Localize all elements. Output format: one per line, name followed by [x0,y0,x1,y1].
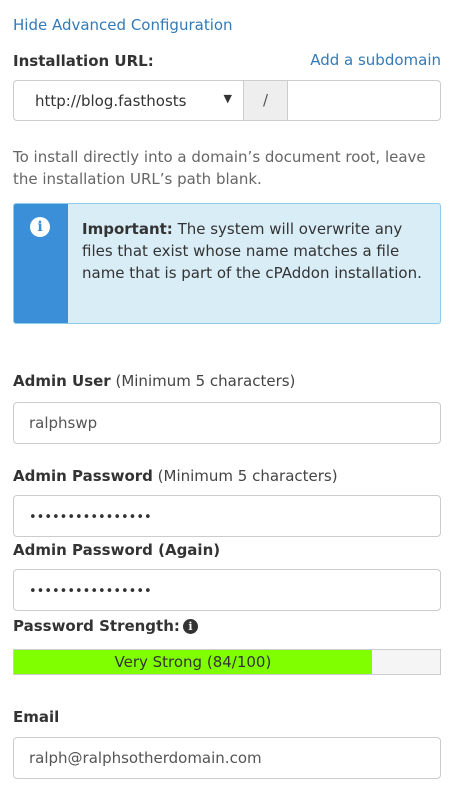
password-strength-meter: Very Strong (84/100) [13,649,441,675]
installation-url-group: http://blog.fasthosts ▼ / [13,80,441,123]
domain-select-value: http://blog.fasthosts [35,92,187,110]
callout-accent-bar: i [14,204,68,323]
url-path-separator: / [243,80,288,121]
admin-password-label-text: Admin Password [13,467,153,485]
password-strength-text: Very Strong (84/100) [114,653,272,671]
installation-url-help-text: To install directly into a domain’s docu… [13,148,426,188]
info-circle-icon[interactable]: i [182,619,198,634]
callout-message: Important: The system will overwrite any… [82,218,422,284]
admin-user-input[interactable]: ralphswp [13,402,441,444]
password-strength-label-text: Password Strength: [13,617,180,635]
admin-password-hint: (Minimum 5 characters) [152,467,338,485]
admin-password-again-input[interactable]: •••••••••••••••• [13,569,441,611]
password-strength-label: Password Strength: i [13,617,198,635]
admin-user-label-text: Admin User [13,372,111,390]
info-icon: i [30,217,50,237]
installation-url-label: Installation URL: [13,52,154,70]
email-input[interactable]: ralph@ralphsotherdomain.com [13,737,441,779]
caret-down-icon: ▼ [223,92,232,105]
url-path-input[interactable] [287,80,441,121]
admin-user-hint: (Minimum 5 characters) [110,372,296,390]
admin-password-input[interactable]: •••••••••••••••• [13,495,441,537]
callout-title: Important: [82,220,173,238]
admin-user-label: Admin User (Minimum 5 characters) [13,372,295,390]
hide-advanced-configuration-link[interactable]: Hide Advanced Configuration [13,16,233,34]
admin-password-masked-value: •••••••••••••••• [29,510,152,525]
admin-password-again-label: Admin Password (Again) [13,541,221,559]
important-callout: i Important: The system will overwrite a… [13,203,441,324]
admin-password-label: Admin Password (Minimum 5 characters) [13,467,338,485]
domain-select[interactable]: http://blog.fasthosts ▼ [13,80,244,121]
email-label: Email [13,708,60,726]
add-subdomain-link[interactable]: Add a subdomain [310,51,441,69]
installation-url-label-row: Installation URL: Add a subdomain [13,51,441,71]
admin-password-again-masked-value: •••••••••••••••• [29,584,152,599]
